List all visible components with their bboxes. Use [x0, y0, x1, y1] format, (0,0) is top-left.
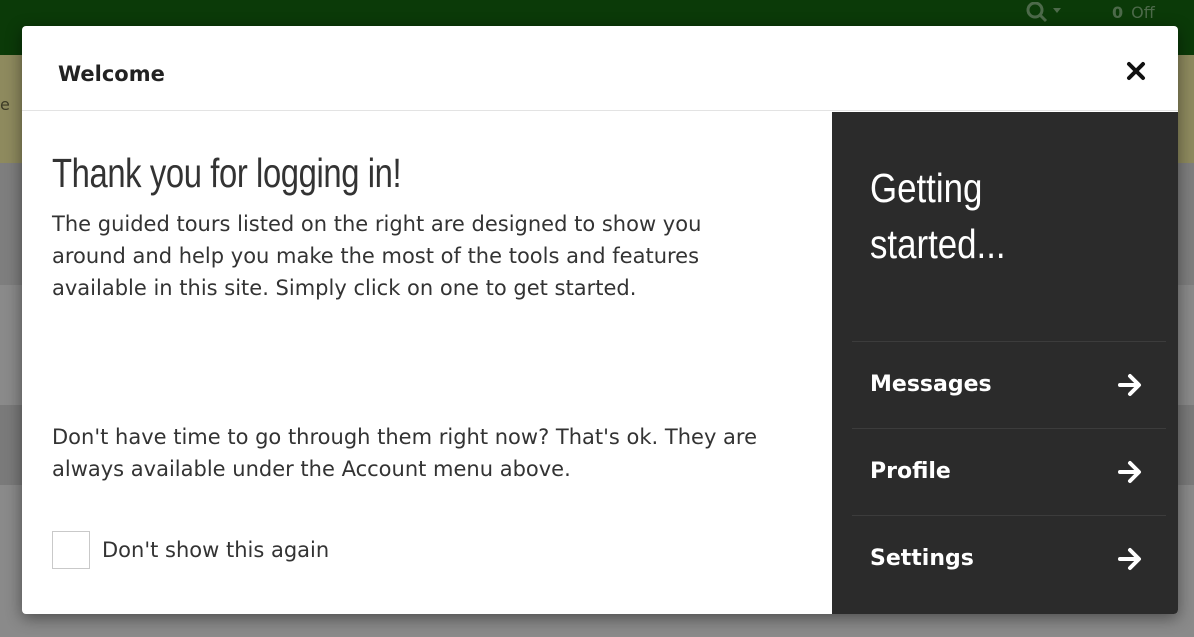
background-notice-text: e — [0, 95, 10, 114]
sidebar-heading: Getting started... — [870, 165, 1006, 267]
tours-sidebar: Getting started... Messages Profile Sett… — [832, 112, 1178, 614]
intro-paragraph: The guided tours listed on the right are… — [52, 212, 702, 300]
arrow-right-icon — [1117, 546, 1143, 572]
close-icon — [1127, 62, 1145, 80]
arrow-right-icon — [1117, 459, 1143, 485]
modal-body: Thank you for logging in! The guided tou… — [22, 111, 832, 614]
user-status-label: Off — [1131, 3, 1155, 22]
dont-show-again-checkbox[interactable] — [52, 531, 90, 569]
tour-label: Profile — [870, 459, 951, 484]
reminder-paragraph: Don't have time to go through them right… — [52, 425, 758, 481]
tour-item-settings[interactable]: Settings — [852, 516, 1166, 602]
tour-item-messages[interactable]: Messages — [852, 342, 1166, 428]
welcome-modal: Welcome Thank you for logging in! The gu… — [22, 26, 1178, 614]
tour-label: Messages — [870, 372, 992, 397]
modal-title: Welcome — [58, 62, 165, 86]
tour-label: Settings — [870, 546, 974, 571]
arrow-right-icon — [1117, 372, 1143, 398]
welcome-heading: Thank you for logging in! — [52, 150, 402, 196]
dont-show-again-label[interactable]: Don't show this again — [102, 536, 329, 564]
close-button[interactable] — [1116, 51, 1156, 91]
modal-header: Welcome — [22, 26, 1178, 111]
notification-count: 0 — [1112, 3, 1124, 22]
tour-item-profile[interactable]: Profile — [852, 429, 1166, 515]
user-status[interactable]: 0 Off — [1112, 5, 1155, 21]
dont-show-again-row[interactable]: Don't show this again — [52, 530, 329, 570]
